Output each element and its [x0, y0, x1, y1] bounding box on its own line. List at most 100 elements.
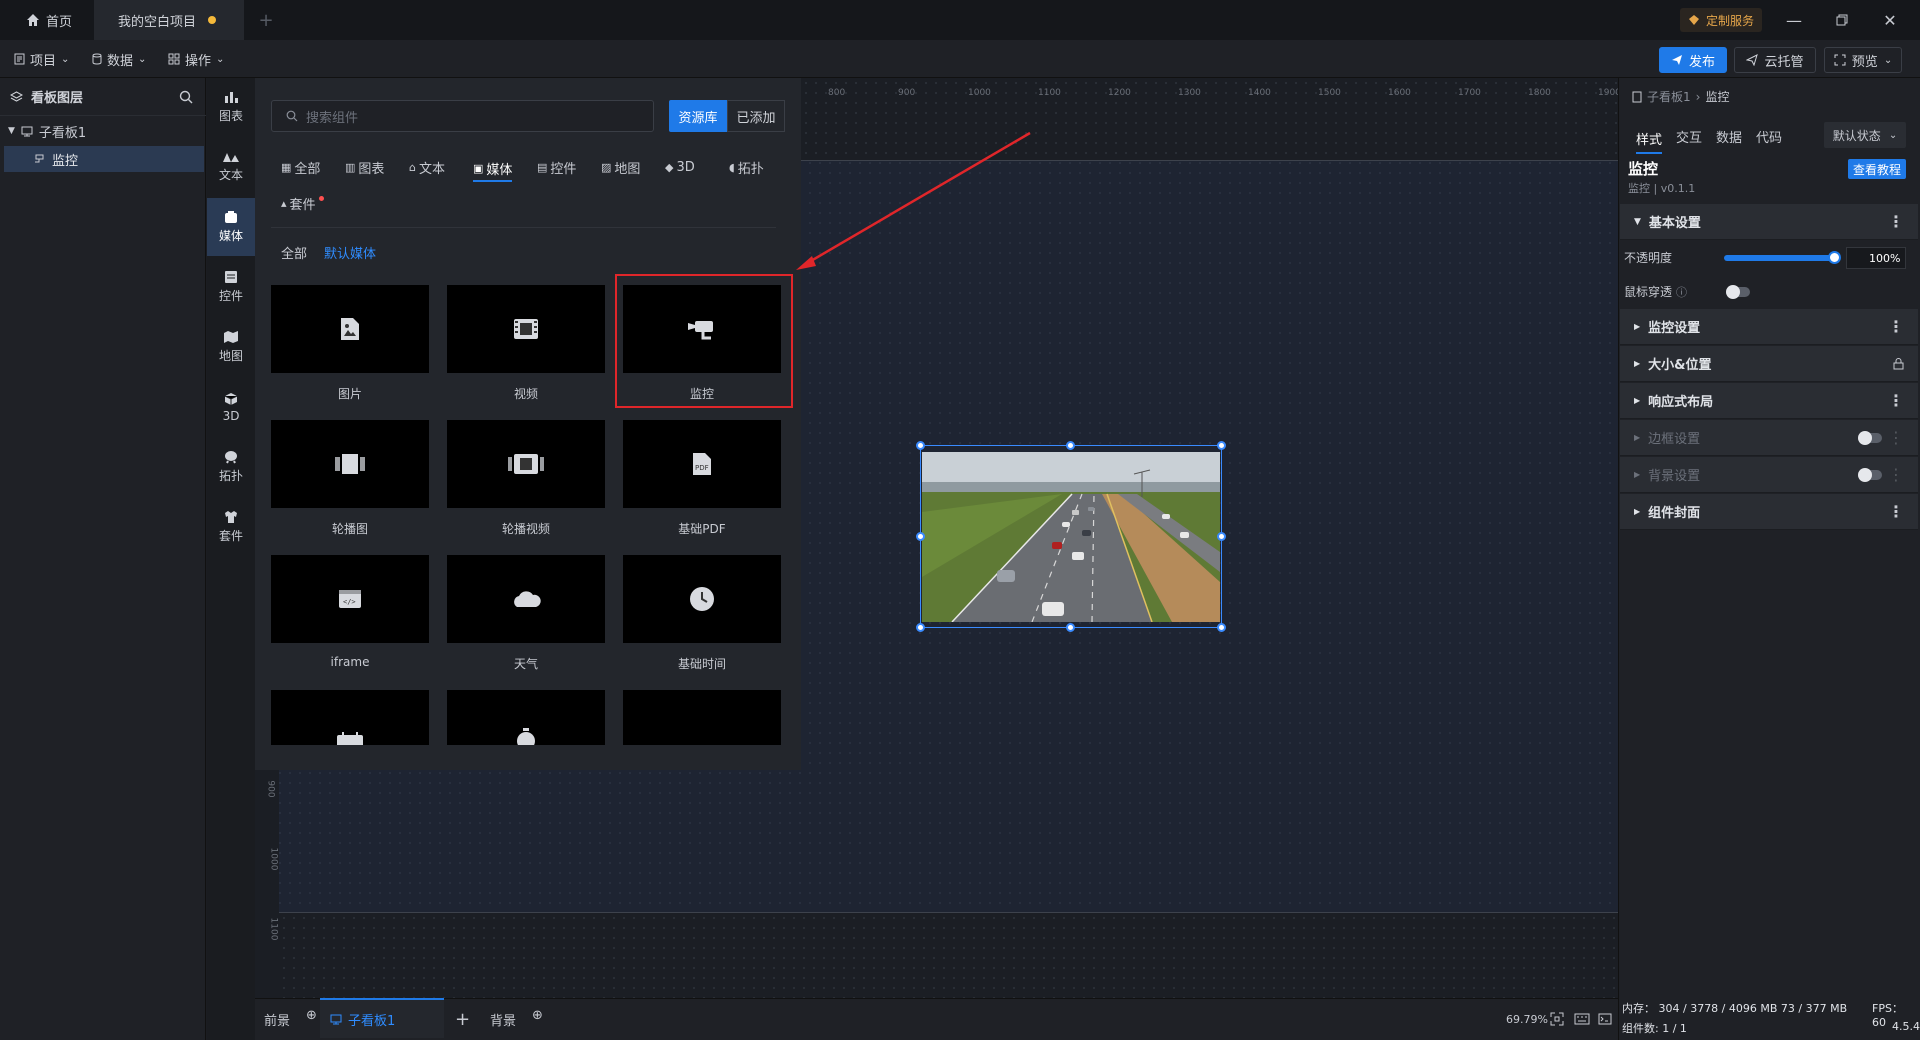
component-card-weather[interactable]: 天气 — [447, 555, 605, 672]
more-icon[interactable]: ⋮ — [1888, 212, 1904, 231]
section-border-settings[interactable]: ▶ 边框设置 ⋮ — [1620, 420, 1918, 456]
breadcrumb-board[interactable]: 子看板1 — [1647, 88, 1691, 105]
zoom-level[interactable]: 69.79% — [1506, 1008, 1548, 1030]
memory-status: 内存： 304 / 3778 / 4096 MB 73 / 377 MB — [1622, 1002, 1848, 1015]
help-icon[interactable]: ⓘ — [1676, 284, 1687, 300]
filter-3d[interactable]: ◆ 3D — [665, 156, 695, 178]
mouse-through-toggle[interactable] — [1726, 285, 1750, 299]
category-kit[interactable]: 套件 — [207, 498, 255, 556]
filter-kit[interactable]: ▴ 套件 — [281, 192, 324, 214]
opacity-slider-thumb[interactable] — [1828, 251, 1841, 264]
section-monitor-settings[interactable]: ▶ 监控设置 ⋮ — [1620, 309, 1918, 345]
selection-box[interactable] — [920, 445, 1222, 628]
category-topology[interactable]: 拓扑 — [207, 438, 255, 496]
component-card-timer[interactable] — [447, 690, 605, 745]
component-card-carousel[interactable]: 轮播图 — [271, 420, 429, 537]
category-map[interactable]: 地图 — [207, 318, 255, 376]
resize-handle-tl[interactable] — [916, 441, 925, 450]
fit-screen-icon[interactable] — [1550, 1008, 1564, 1030]
more-icon[interactable]: ⋮ — [1888, 502, 1904, 521]
category-chart[interactable]: 图表 — [207, 78, 255, 136]
category-3d[interactable]: 3D — [207, 378, 255, 436]
category-widget[interactable]: 控件 — [207, 258, 255, 316]
background-tab[interactable]: 背景 ⊕ — [490, 1008, 543, 1030]
resize-handle-br[interactable] — [1217, 623, 1226, 632]
sub-filter-default-media[interactable]: 默认媒体 — [324, 243, 376, 262]
component-card-basic-time[interactable]: 基础时间 — [623, 555, 781, 672]
resize-handle-bl[interactable] — [916, 623, 925, 632]
section-responsive-layout[interactable]: ▶ 响应式布局 ⋮ — [1620, 383, 1918, 419]
section-basic-settings[interactable]: ▼ 基本设置 ⋮ — [1620, 204, 1918, 240]
layer-board[interactable]: ▼ 子看板1 — [4, 118, 204, 144]
plus-circle-icon[interactable]: ⊕ — [306, 1008, 317, 1023]
properties-tab-2[interactable]: 数据 — [1716, 124, 1742, 148]
card-thumbnail: PDF — [623, 420, 781, 508]
section-toggle[interactable] — [1858, 468, 1882, 482]
layer-item-monitor[interactable]: 监控 — [4, 146, 204, 172]
state-select[interactable]: 默认状态 ⌄ — [1824, 122, 1906, 148]
terminal-icon[interactable] — [1598, 1008, 1612, 1030]
custom-service-button[interactable]: 定制服务 — [1680, 8, 1763, 32]
opacity-input[interactable]: 100 % — [1846, 247, 1906, 269]
component-card-carousel-video[interactable]: 轮播视频 — [447, 420, 605, 537]
minimize-button[interactable]: — — [1770, 0, 1818, 40]
filter-all[interactable]: ▦ 全部 — [281, 156, 320, 178]
properties-tab-3[interactable]: 代码 — [1756, 124, 1782, 148]
maximize-button[interactable] — [1818, 0, 1866, 40]
more-icon[interactable]: ⋮ — [1888, 317, 1904, 336]
component-card-video[interactable]: 视频 — [447, 285, 605, 402]
cloud-hosting-button[interactable]: 云托管 — [1734, 47, 1816, 73]
section-size-position[interactable]: ▶ 大小&位置 — [1620, 346, 1918, 382]
operate-menu[interactable]: 操作 ⌄ — [168, 48, 224, 70]
project-menu[interactable]: 项目 ⌄ — [14, 48, 69, 70]
filter-media[interactable]: ▣ 媒体 — [473, 156, 513, 182]
resize-handle-t[interactable] — [1066, 441, 1075, 450]
section-component-cover[interactable]: ▶ 组件封面 ⋮ — [1620, 494, 1918, 530]
category-text[interactable]: 文本 — [207, 138, 255, 196]
filter-widget[interactable]: ▤ 控件 — [537, 156, 576, 178]
data-menu[interactable]: 数据 ⌄ — [92, 48, 146, 70]
resize-handle-l[interactable] — [916, 532, 925, 541]
component-card-image[interactable]: 图片 — [271, 285, 429, 402]
section-toggle[interactable] — [1858, 431, 1882, 445]
plus-circle-icon[interactable]: ⊕ — [532, 1008, 543, 1023]
preview-button[interactable]: 预览 ⌄ — [1824, 47, 1902, 73]
lock-icon[interactable] — [1893, 357, 1904, 370]
publish-button[interactable]: 发布 — [1659, 47, 1727, 73]
added-tab[interactable]: 已添加 — [727, 100, 785, 132]
add-board-button[interactable]: + — [455, 1008, 470, 1030]
board-tab-active[interactable]: 子看板1 — [320, 998, 444, 1038]
component-card-iframe[interactable]: </> iframe — [271, 555, 429, 669]
resize-handle-tr[interactable] — [1217, 441, 1226, 450]
more-icon[interactable]: ⋮ — [1888, 391, 1904, 410]
properties-tab-0[interactable]: 样式 — [1636, 124, 1663, 154]
resize-handle-r[interactable] — [1217, 532, 1226, 541]
filter-chart[interactable]: ▥ 图表 — [345, 156, 384, 178]
filter-text[interactable]: ⌂ 文本 — [409, 156, 445, 178]
add-tab-button[interactable]: + — [246, 0, 286, 40]
tab-home[interactable]: 首页 — [10, 0, 92, 40]
tab-project[interactable]: 我的空白项目 — [94, 0, 244, 40]
filter-map[interactable]: ▨ 地图 — [601, 156, 640, 178]
resource-library-tab[interactable]: 资源库 — [669, 100, 727, 132]
sub-filter-all[interactable]: 全部 — [281, 243, 307, 262]
more-icon[interactable]: ⋮ — [1888, 428, 1904, 447]
properties-tab-1[interactable]: 交互 — [1676, 124, 1702, 148]
search-input[interactable]: 搜索组件 — [271, 100, 654, 132]
tutorial-button[interactable]: 查看教程 — [1848, 159, 1906, 179]
category-media[interactable]: 媒体 — [207, 198, 255, 256]
component-card-timeline[interactable] — [623, 690, 781, 745]
filter-topology[interactable]: ◖ 拓扑 — [729, 156, 764, 178]
section-background-settings[interactable]: ▶ 背景设置 ⋮ — [1620, 457, 1918, 493]
foreground-tab[interactable]: 前景 ⊕ — [264, 1008, 317, 1030]
kit-icon — [223, 510, 239, 524]
resize-handle-b[interactable] — [1066, 623, 1075, 632]
component-card-calendar[interactable] — [271, 690, 429, 745]
component-card-basic-pdf[interactable]: PDF 基础PDF — [623, 420, 781, 537]
more-icon[interactable]: ⋮ — [1888, 465, 1904, 484]
board-bottom-edge — [279, 912, 1618, 913]
search-icon[interactable] — [179, 90, 193, 104]
keyboard-icon[interactable] — [1574, 1008, 1590, 1030]
close-button[interactable]: ✕ — [1866, 0, 1914, 40]
opacity-slider-track[interactable] — [1724, 255, 1836, 261]
